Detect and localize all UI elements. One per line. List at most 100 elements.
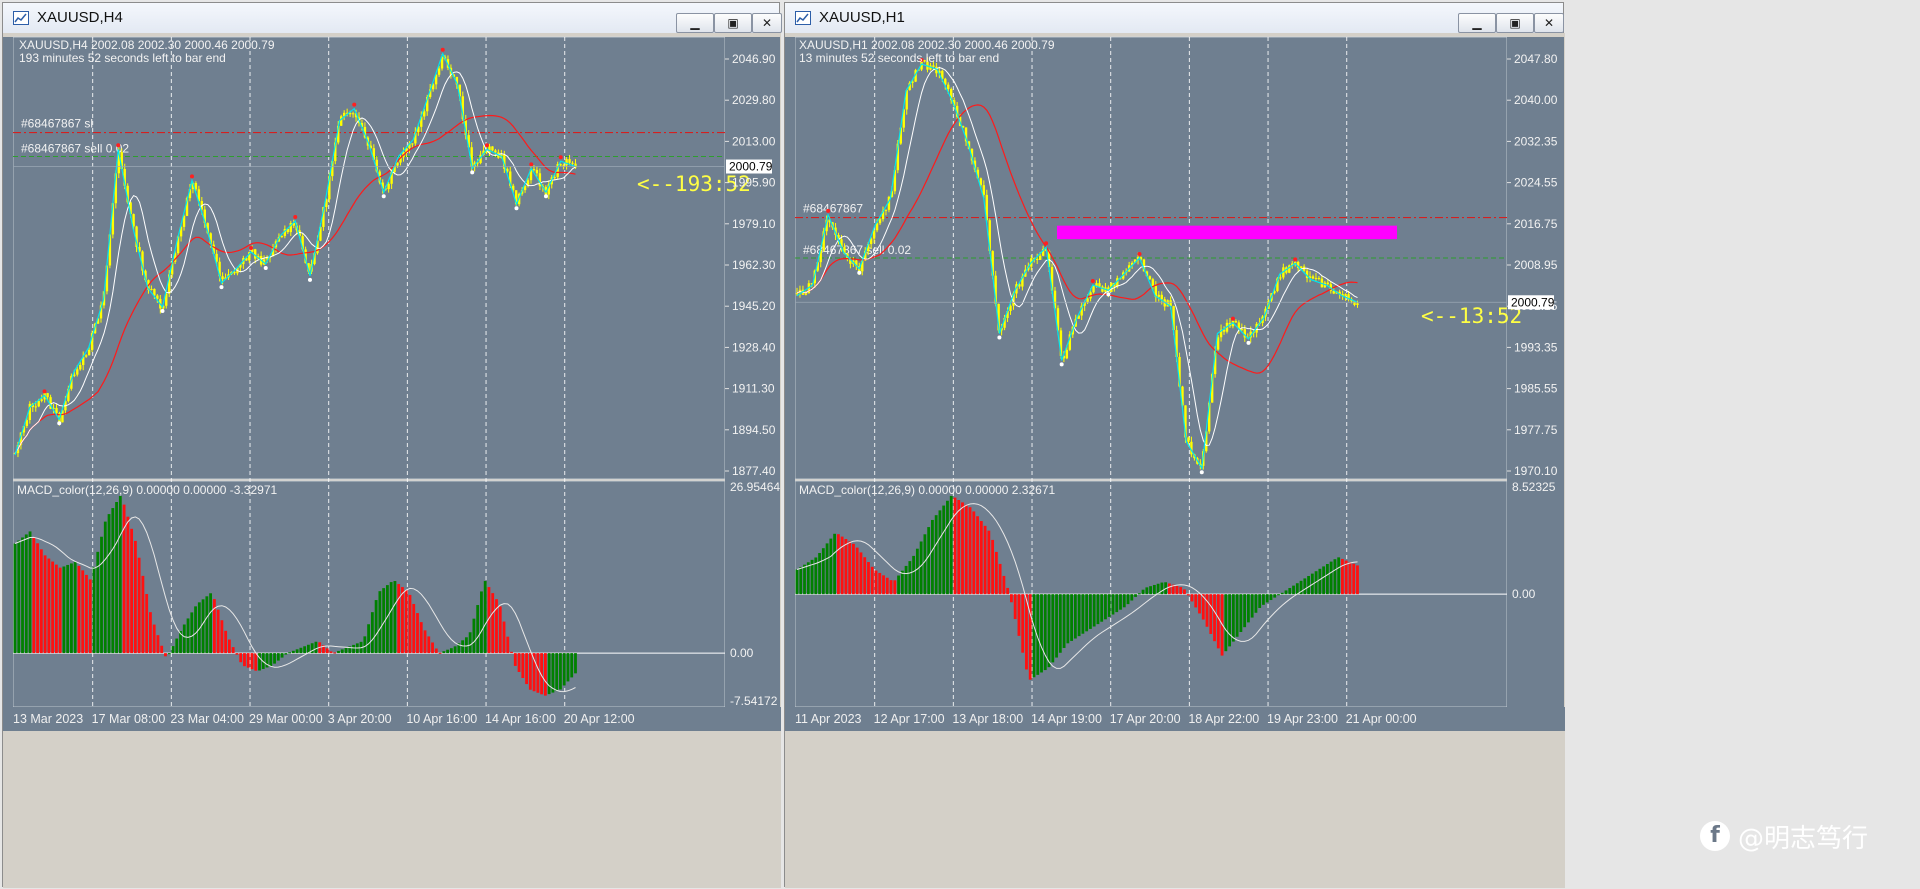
macd-bar bbox=[216, 609, 220, 654]
swing-high-marker bbox=[189, 174, 194, 179]
swing-high-marker bbox=[529, 162, 534, 167]
candle-body bbox=[1344, 294, 1347, 296]
candle-body bbox=[254, 249, 257, 259]
swing-low-marker bbox=[1199, 470, 1204, 475]
macd-bar bbox=[1344, 560, 1348, 595]
macd-bar bbox=[404, 590, 408, 654]
macd-bar bbox=[803, 564, 806, 595]
price-axis-label: 2046.90 bbox=[732, 52, 776, 66]
price-chart-h4[interactable]: #68467867 sl #68467867 sell 0.02 XAUUSD,H… bbox=[3, 33, 781, 888]
macd-bar bbox=[1058, 594, 1062, 653]
symbol-header: XAUUSD,H1 2002.08 2002.30 2000.46 2000.7… bbox=[799, 38, 1055, 52]
price-tag: 2000.79 bbox=[729, 160, 773, 174]
candle-body bbox=[553, 177, 556, 179]
candle-body bbox=[571, 162, 574, 164]
macd-bar bbox=[224, 630, 228, 654]
macd-bar bbox=[201, 599, 205, 654]
macd-bar bbox=[927, 527, 931, 595]
macd-bar bbox=[137, 557, 141, 654]
macd-bar bbox=[799, 567, 803, 595]
close-button[interactable]: ✕ bbox=[752, 13, 782, 33]
price-axis-label: 1945.20 bbox=[732, 299, 776, 313]
macd-bar bbox=[194, 606, 197, 654]
macd-bar bbox=[235, 653, 239, 655]
price-axis-label: 1995.90 bbox=[732, 176, 776, 190]
price-axis-label: 2047.80 bbox=[1514, 52, 1558, 66]
macd-bar bbox=[991, 539, 995, 595]
macd-bar bbox=[438, 652, 442, 654]
candle-body bbox=[1098, 283, 1101, 287]
macd-bar bbox=[559, 653, 562, 690]
time-axis-label: 12 Apr 17:00 bbox=[874, 712, 945, 726]
macd-bar bbox=[1216, 594, 1220, 649]
window-titlebar[interactable]: XAUUSD,H1 ▁ ▣ ✕ bbox=[785, 3, 1564, 34]
price-chart-h1[interactable]: #68467867#68467867 sell 0.02 XAUUSD,H1 2… bbox=[785, 33, 1565, 888]
macd-bar bbox=[987, 530, 991, 595]
minimize-button[interactable]: ▁ bbox=[676, 13, 714, 33]
macd-bar bbox=[566, 653, 570, 682]
macd-bar bbox=[130, 528, 134, 654]
macd-bar bbox=[1025, 594, 1028, 670]
macd-bar bbox=[431, 642, 434, 654]
chart-window-h4[interactable]: XAUUSD,H4 ▁ ▣ ✕ #68467867 sl #68467867 se… bbox=[2, 2, 782, 888]
chart-area-h4[interactable]: #68467867 sl #68467867 sell 0.02 XAUUSD,H… bbox=[3, 33, 781, 888]
macd-bar bbox=[983, 525, 987, 595]
macd-bar bbox=[1325, 564, 1329, 595]
window-titlebar[interactable]: XAUUSD,H4 ▁ ▣ ✕ bbox=[3, 3, 782, 34]
macd-bar bbox=[818, 552, 821, 595]
macd-bar bbox=[1250, 594, 1254, 618]
macd-bar bbox=[829, 538, 833, 595]
price-axis-label: 2029.80 bbox=[732, 93, 776, 107]
macd-bar bbox=[1356, 565, 1359, 595]
macd-bar bbox=[81, 570, 85, 654]
swing-low-marker bbox=[514, 206, 519, 211]
macd-bar bbox=[374, 600, 378, 654]
price-axis-label: 2040.00 bbox=[1514, 93, 1558, 107]
swing-low-marker bbox=[543, 194, 548, 199]
macd-bar bbox=[13, 543, 17, 654]
restore-button[interactable]: ▣ bbox=[1496, 13, 1534, 33]
macd-bar bbox=[1092, 594, 1096, 627]
macd-bar bbox=[1352, 563, 1356, 595]
candle-body bbox=[982, 185, 986, 195]
macd-bar bbox=[85, 574, 88, 654]
macd-bar bbox=[1126, 594, 1130, 605]
macd-bar bbox=[70, 563, 73, 654]
close-button[interactable]: ✕ bbox=[1534, 13, 1564, 33]
macd-bar bbox=[833, 533, 837, 595]
candle-body bbox=[280, 235, 284, 238]
macd-bar bbox=[1254, 594, 1258, 613]
macd-bar bbox=[378, 591, 382, 654]
chart-area-h1[interactable]: #68467867 #68467867 sell 0.02 XAUUSD,H1 2… bbox=[785, 33, 1565, 888]
left-gutter bbox=[785, 37, 795, 731]
candle-body bbox=[1326, 282, 1330, 285]
macd-bar bbox=[21, 537, 24, 654]
candle-body bbox=[84, 355, 88, 357]
swing-high-marker bbox=[1230, 316, 1235, 321]
macd-bar bbox=[243, 653, 246, 667]
macd-bar bbox=[562, 653, 566, 686]
price-axis-label: 2008.95 bbox=[1514, 258, 1558, 272]
chart-window-h1[interactable]: XAUUSD,H1 ▁ ▣ ✕ #68467867 #68467867 sell … bbox=[784, 2, 1565, 888]
macd-bar bbox=[968, 507, 972, 595]
macd-bar bbox=[1096, 594, 1100, 625]
macd-bar bbox=[946, 500, 949, 595]
macd-bar bbox=[1235, 594, 1239, 637]
stop-loss-label: #68467867 sl bbox=[21, 117, 93, 131]
price-tag: 2000.79 bbox=[1511, 295, 1555, 309]
macd-bar bbox=[419, 622, 423, 654]
macd-bar bbox=[220, 620, 224, 654]
macd-bar bbox=[885, 577, 889, 595]
macd-bar bbox=[1284, 590, 1288, 595]
minimize-button[interactable]: ▁ bbox=[1458, 13, 1496, 33]
watermark: f @明志笃行 bbox=[1700, 816, 1868, 856]
window-title: XAUUSD,H1 bbox=[819, 9, 905, 26]
macd-bar bbox=[1333, 559, 1337, 595]
macd-bar bbox=[919, 541, 923, 595]
macd-bar bbox=[855, 547, 859, 595]
macd-bar bbox=[1213, 594, 1216, 642]
swing-low-marker bbox=[160, 308, 165, 313]
macd-bar bbox=[1329, 561, 1333, 595]
macd-bar bbox=[825, 543, 829, 595]
restore-button[interactable]: ▣ bbox=[714, 13, 752, 33]
